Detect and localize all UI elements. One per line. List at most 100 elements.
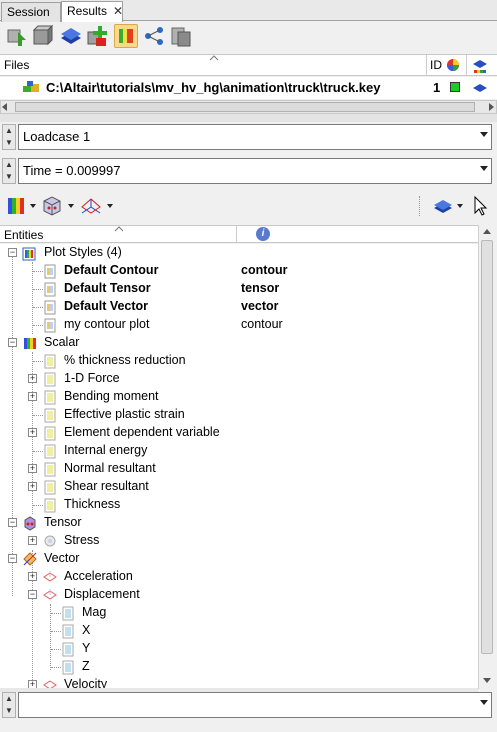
tree-node-plot-style[interactable]: Default Tensor tensor [0, 280, 478, 298]
collapse-icon[interactable]: − [28, 590, 37, 599]
expand-icon[interactable]: + [28, 680, 37, 688]
tree-node-result[interactable]: + Velocity [0, 676, 478, 688]
expand-icon[interactable]: + [28, 482, 37, 491]
tree-node-component[interactable]: Mag [0, 604, 478, 622]
layer-icon[interactable] [59, 24, 83, 48]
scroll-thumb[interactable] [15, 102, 475, 112]
loadcase-select[interactable]: Loadcase 1 [18, 124, 492, 150]
sort-up-icon[interactable] [114, 226, 124, 232]
chevron-down-icon[interactable] [480, 700, 488, 705]
tree-node-result[interactable]: + Acceleration [0, 568, 478, 586]
expand-icon[interactable]: + [28, 374, 37, 383]
tree-label: Default Tensor [64, 281, 151, 295]
tree-label: Shear resultant [64, 479, 149, 493]
tree-node-result[interactable]: + Normal resultant [0, 460, 478, 478]
expand-icon[interactable]: + [28, 464, 37, 473]
loadcase-spinner[interactable]: ▲ ▼ [2, 124, 16, 150]
layer-icon[interactable] [472, 81, 488, 95]
style-sheet-icon [44, 318, 56, 333]
expand-icon[interactable]: + [28, 392, 37, 401]
tree-node-result[interactable]: Effective plastic strain [0, 406, 478, 424]
tree-node-plot-style[interactable]: Default Vector vector [0, 298, 478, 316]
tree-node-result[interactable]: + Element dependent variable [0, 424, 478, 442]
tree-node-vector[interactable]: − Vector [0, 550, 478, 568]
scroll-down-icon[interactable] [483, 678, 491, 683]
tree-node-plot-style[interactable]: Default Contour contour [0, 262, 478, 280]
expand-icon[interactable]: + [28, 536, 37, 545]
close-icon[interactable]: ✕ [113, 4, 123, 18]
bottom-select[interactable] [18, 692, 492, 718]
tree-node-component[interactable]: Z [0, 658, 478, 676]
col-divider [236, 226, 237, 242]
time-spinner[interactable]: ▲ ▼ [2, 158, 16, 184]
axes-icon[interactable] [78, 195, 104, 217]
dropdown-arrow-icon[interactable] [30, 204, 36, 208]
box-icon[interactable] [30, 24, 54, 48]
info-icon[interactable]: i [256, 227, 270, 241]
tree-label: Displacement [64, 587, 140, 601]
tree-node-scalar[interactable]: − Scalar [0, 334, 478, 352]
time-select[interactable]: Time = 0.009997 [18, 158, 492, 184]
dropdown-arrow-icon[interactable] [68, 204, 74, 208]
tab-results[interactable]: Results ✕ [61, 1, 123, 22]
files-hscrollbar[interactable] [0, 100, 497, 114]
tensor-icon [24, 516, 36, 531]
scroll-right-icon[interactable] [489, 103, 494, 111]
collapse-icon[interactable]: − [8, 248, 17, 257]
tree-label: Acceleration [64, 569, 133, 583]
layer-color-icon[interactable] [472, 57, 488, 75]
tree-node-result[interactable]: − Displacement [0, 586, 478, 604]
files-label: Files [4, 58, 30, 72]
scroll-left-icon[interactable] [2, 103, 7, 111]
collapse-icon[interactable]: − [8, 554, 17, 563]
tree-node-result[interactable]: Internal energy [0, 442, 478, 460]
dropdown-arrow-icon[interactable] [107, 204, 113, 208]
file-color-swatch[interactable] [450, 82, 460, 92]
tree-node-result[interactable]: + Bending moment [0, 388, 478, 406]
scroll-thumb[interactable] [481, 240, 493, 654]
layer-icon[interactable] [432, 198, 454, 214]
tree-type: tensor [241, 281, 280, 295]
chevron-down-icon[interactable] [480, 132, 488, 137]
tree-label: Default Vector [64, 299, 149, 313]
tree-node-result[interactable]: + Stress [0, 532, 478, 550]
splitter[interactable] [0, 114, 497, 122]
collapse-icon[interactable]: − [8, 518, 17, 527]
add-green-icon[interactable] [86, 24, 110, 48]
result-icon [44, 480, 56, 495]
tree-node-result[interactable]: Thickness [0, 496, 478, 514]
file-row[interactable]: C:\Altair\tutorials\mv_hv_hg\animation\t… [0, 77, 497, 99]
tree-label: Element dependent variable [64, 425, 220, 439]
tree-node-plot-style[interactable]: my contour plot contour [0, 316, 478, 334]
tree-node-result[interactable]: + Shear resultant [0, 478, 478, 496]
tab-session[interactable]: Session [1, 2, 61, 22]
bottom-spinner[interactable]: ▲ ▼ [2, 692, 16, 718]
collapse-icon[interactable]: − [8, 338, 17, 347]
sort-up-icon[interactable] [209, 55, 219, 61]
cylinder-icon[interactable] [168, 24, 192, 48]
scroll-up-icon[interactable] [483, 229, 491, 234]
import-icon[interactable] [4, 24, 28, 48]
style-sheet-icon [44, 300, 56, 315]
graph-icon[interactable] [142, 24, 166, 48]
dropdown-arrow-icon[interactable] [457, 204, 463, 208]
color-wheel-icon[interactable] [446, 58, 460, 72]
cube-icon[interactable] [40, 195, 64, 217]
tree-label: Vector [44, 551, 80, 565]
tab-label: Results [67, 4, 108, 18]
tree-label: Scalar [44, 335, 80, 349]
chevron-down-icon[interactable] [480, 166, 488, 171]
contour-icon[interactable] [114, 24, 138, 48]
cursor-icon[interactable] [473, 195, 489, 217]
tree-node-result[interactable]: % thickness reduction [0, 352, 478, 370]
tree-node-component[interactable]: Y [0, 640, 478, 658]
tree-node-plot-styles[interactable]: − Plot Styles (4) [0, 244, 478, 262]
expand-icon[interactable]: + [28, 428, 37, 437]
contour-legend-icon[interactable] [6, 196, 28, 216]
tree-node-tensor[interactable]: − Tensor [0, 514, 478, 532]
tree-node-result[interactable]: + 1-D Force [0, 370, 478, 388]
tree-label: Mag [82, 605, 107, 619]
tree-label: Default Contour [64, 263, 159, 277]
tree-node-component[interactable]: X [0, 622, 478, 640]
expand-icon[interactable]: + [28, 572, 37, 581]
